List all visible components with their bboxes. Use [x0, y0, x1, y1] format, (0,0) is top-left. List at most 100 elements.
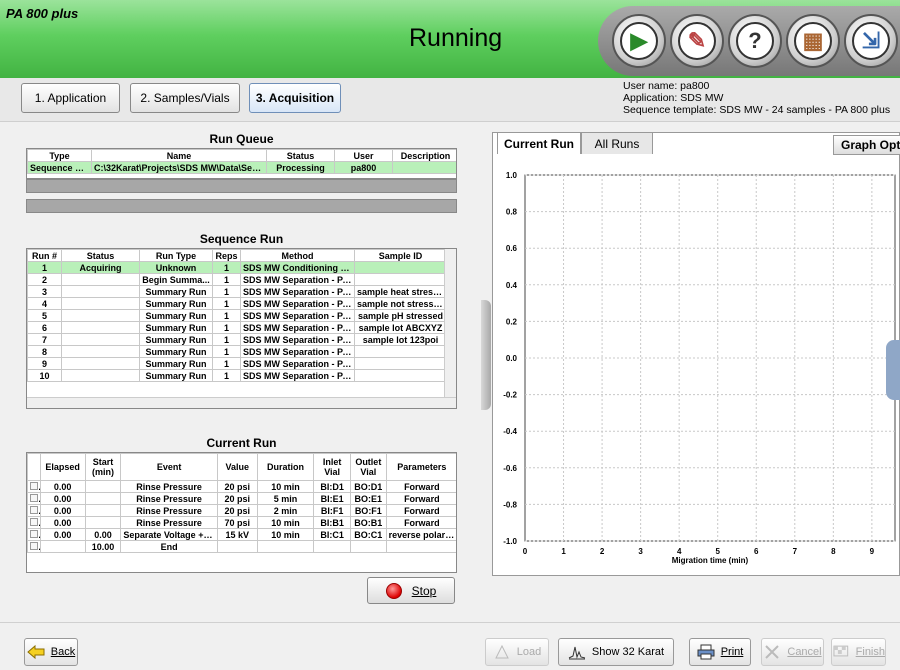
- print-button[interactable]: Print: [689, 638, 751, 666]
- table-cell: pa800: [334, 161, 393, 174]
- column-header[interactable]: User: [334, 149, 393, 162]
- column-header[interactable]: Value: [216, 453, 258, 481]
- table-cell: 1: [212, 285, 241, 298]
- tab-acquisition[interactable]: 3. Acquisition: [249, 83, 341, 113]
- table-cell: [84, 492, 122, 505]
- table-row[interactable]: 3 Summary Run 1 SDS MW Separation - PA ... s…: [27, 285, 447, 298]
- column-header[interactable]: Name: [91, 149, 267, 162]
- load-button[interactable]: Load: [485, 638, 549, 666]
- table-row[interactable]: 0.00 Rinse Pressure 70 psi 10 min BI:B1 BO:B1…: [27, 516, 456, 529]
- table-cell: 1: [212, 273, 241, 286]
- row-checkbox[interactable]: [27, 480, 41, 493]
- panel-splitter[interactable]: [481, 300, 491, 410]
- column-header[interactable]: Parameters: [385, 453, 456, 481]
- column-header[interactable]: Run Type: [139, 249, 213, 262]
- back-button[interactable]: Back: [24, 638, 78, 666]
- table-cell: [349, 540, 387, 553]
- user-info: User name: pa800 Application: SDS MW Seq…: [623, 80, 890, 116]
- current-run-table: Elapsed Start (min) Event Value Duration Inle…: [26, 452, 457, 573]
- table-row[interactable]: 7 Summary Run 1 SDS MW Separation - PA ... s…: [27, 333, 447, 346]
- sequence-run-scrollbar-v[interactable]: [444, 249, 456, 408]
- column-header[interactable]: Sample ID: [354, 249, 447, 262]
- tools-button[interactable]: ✎: [670, 14, 724, 68]
- stop-button[interactable]: Stop: [367, 577, 455, 604]
- column-header[interactable]: Inlet Vial: [313, 453, 351, 481]
- table-cell: Summary Run: [139, 357, 213, 370]
- column-header[interactable]: Description: [392, 149, 456, 162]
- table-cell: 0.00: [39, 480, 86, 493]
- table-row[interactable]: 0.00 Rinse Pressure 20 psi 2 min BI:F1 BO:F1 F…: [27, 504, 456, 517]
- run-queue-empty-row: [26, 179, 457, 193]
- tab-application[interactable]: 1. Application: [21, 83, 120, 113]
- column-header[interactable]: Elapsed: [39, 453, 86, 481]
- column-header[interactable]: Start (min): [84, 453, 122, 481]
- exit-button[interactable]: ⇲: [844, 14, 898, 68]
- help-button[interactable]: ?: [728, 14, 782, 68]
- table-row[interactable]: 5 Summary Run 1 SDS MW Separation - PA ... s…: [27, 309, 447, 322]
- column-header[interactable]: Event: [120, 453, 218, 481]
- column-header[interactable]: Reps: [212, 249, 241, 262]
- x-tick-label: 5: [715, 547, 720, 556]
- y-tick-label: -1.0: [503, 537, 517, 546]
- tab-current-run[interactable]: Current Run: [497, 132, 581, 154]
- table-cell: 15 kV: [216, 528, 258, 541]
- table-row[interactable]: 10 Summary Run 1 SDS MW Separation - PA ...: [27, 369, 447, 382]
- table-cell: Acquiring: [61, 261, 140, 274]
- table-row[interactable]: 6 Summary Run 1 SDS MW Separation - PA ... s…: [27, 321, 447, 334]
- table-cell: [61, 273, 140, 286]
- table-row[interactable]: 0.00 Rinse Pressure 20 psi 10 min BI:D1 BO:D1…: [27, 480, 456, 493]
- table-cell: sample pH stressed: [354, 309, 447, 322]
- report-button[interactable]: ▦: [786, 14, 840, 68]
- table-row[interactable]: 10.00 End: [27, 540, 456, 553]
- x-tick-label: 8: [831, 547, 836, 556]
- table-row[interactable]: 0.00 Rinse Pressure 20 psi 5 min BI:E1 BO:E1 F…: [27, 492, 456, 505]
- run-button[interactable]: ▶: [612, 14, 666, 68]
- row-checkbox[interactable]: [27, 540, 41, 553]
- y-tick-label: 1.0: [506, 171, 518, 180]
- table-cell: BI:E1: [313, 492, 351, 505]
- chromatogram-icon: [568, 646, 586, 660]
- column-header[interactable]: Duration: [256, 453, 315, 481]
- graph-options-button[interactable]: Graph Optio: [833, 135, 900, 155]
- table-cell: SDS MW Separation - PA ...: [240, 297, 355, 310]
- tab-all-runs[interactable]: All Runs: [581, 132, 653, 154]
- table-cell: [354, 273, 447, 286]
- finish-button[interactable]: Finish: [831, 638, 886, 666]
- table-cell: 1: [212, 261, 241, 274]
- table-cell: 9: [27, 357, 62, 370]
- table-cell: Forward: [385, 516, 456, 529]
- table-row[interactable]: 4 Summary Run 1 SDS MW Separation - PA ... s…: [27, 297, 447, 310]
- table-cell: BO:F1: [349, 504, 387, 517]
- side-panel-handle[interactable]: [886, 340, 900, 400]
- cancel-button[interactable]: Cancel: [761, 638, 824, 666]
- table-cell: 1: [212, 333, 241, 346]
- column-header[interactable]: Run #: [27, 249, 62, 262]
- table-row[interactable]: 2 Begin Summa... 1 SDS MW Separation - PA .…: [27, 273, 447, 286]
- row-checkbox[interactable]: [27, 492, 41, 505]
- sequence-run-scrollbar-h[interactable]: [27, 397, 456, 408]
- row-checkbox[interactable]: [27, 504, 41, 517]
- table-cell: 20 psi: [216, 492, 258, 505]
- table-cell: [84, 516, 122, 529]
- row-checkbox[interactable]: [27, 516, 41, 529]
- table-row[interactable]: Sequence Run C:\32Karat\Projects\SDS MW\D…: [27, 161, 456, 174]
- column-header[interactable]: Status: [61, 249, 140, 262]
- sequence-run-title: Sequence Run: [199, 232, 284, 246]
- step-bar: 1. Application 2. Samples/Vials 3. Acqui…: [0, 78, 900, 122]
- row-checkbox[interactable]: [27, 528, 41, 541]
- column-header[interactable]: Status: [266, 149, 335, 162]
- table-row[interactable]: 9 Summary Run 1 SDS MW Separation - PA ...: [27, 357, 447, 370]
- table-row[interactable]: 8 Summary Run 1 SDS MW Separation - PA ...: [27, 345, 447, 358]
- back-label: Back: [50, 646, 76, 658]
- tab-samples-vials[interactable]: 2. Samples/Vials: [130, 83, 240, 113]
- column-header[interactable]: Method: [240, 249, 355, 262]
- show-32karat-button[interactable]: Show 32 Karat: [558, 638, 674, 666]
- column-header[interactable]: Outlet Vial: [349, 453, 387, 481]
- run-queue-table: Type Name Status User Description Sequence R…: [26, 148, 457, 179]
- table-row[interactable]: 0.00 0.00 Separate Voltage + P... 15 kV 10 m…: [27, 528, 456, 541]
- table-row[interactable]: 1 Acquiring Unknown 1 SDS MW Conditioning - …: [27, 261, 447, 274]
- y-tick-label: 0.4: [506, 281, 518, 290]
- table-cell: [354, 369, 447, 382]
- y-tick-label: -0.8: [503, 500, 517, 509]
- column-header[interactable]: Type: [27, 149, 92, 162]
